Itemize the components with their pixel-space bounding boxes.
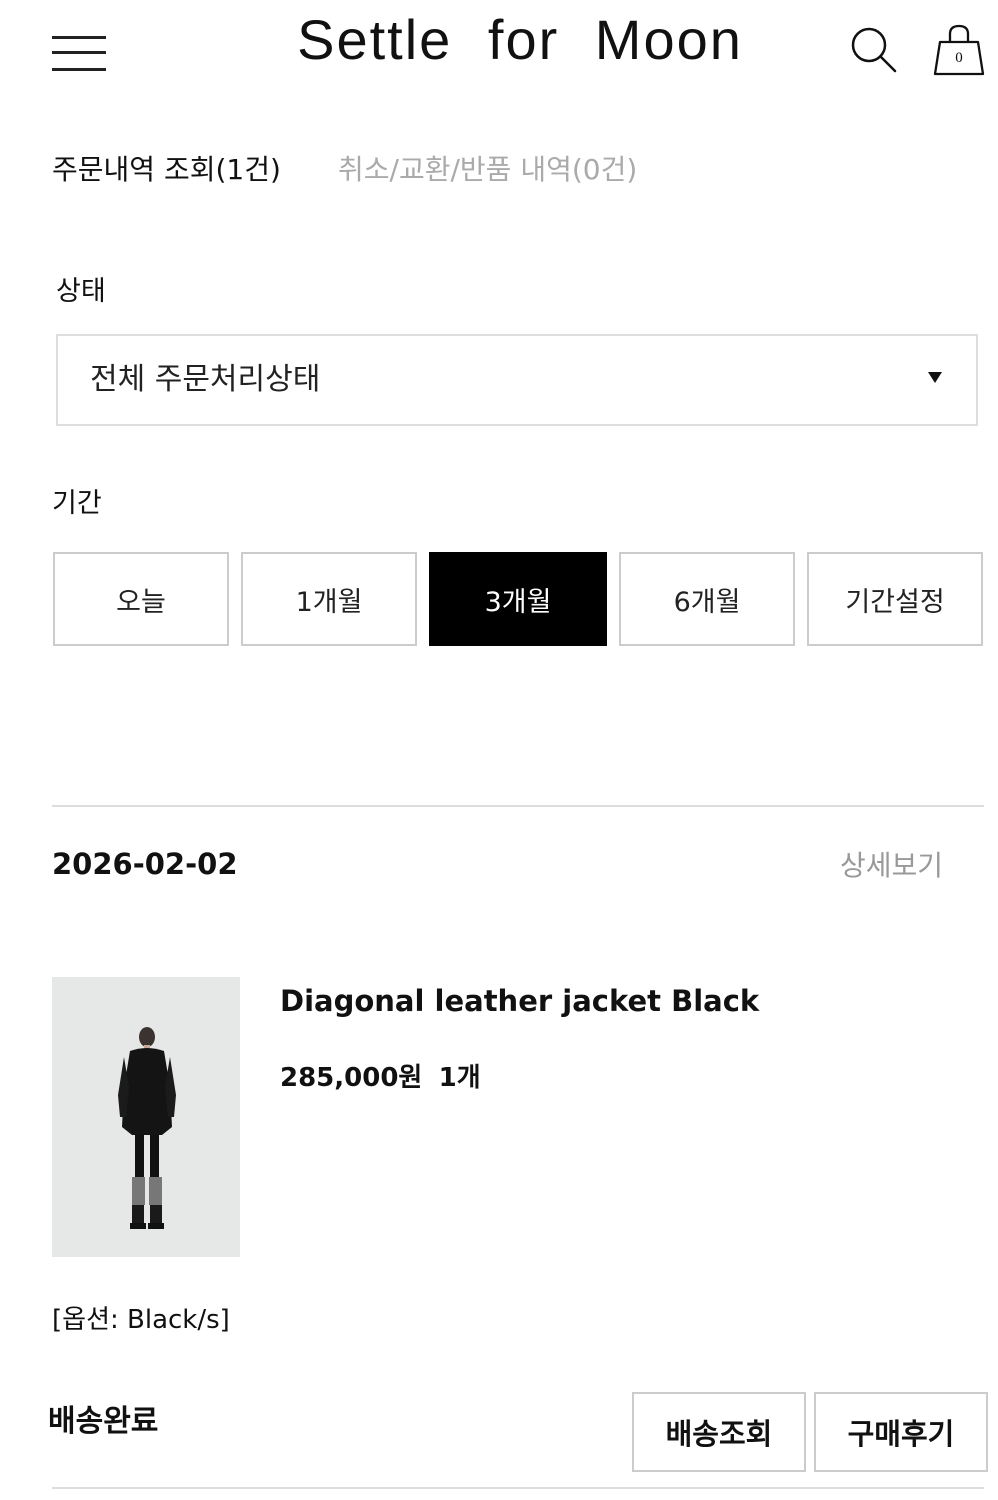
write-review-button[interactable]: 구매후기 <box>814 1392 988 1472</box>
period-button-6-months[interactable]: 6개월 <box>619 552 795 646</box>
product-price: 285,000원 <box>280 1063 423 1093</box>
status-select-value: 전체 주문처리상태 <box>90 362 321 397</box>
product-image[interactable] <box>52 977 240 1257</box>
period-button-custom[interactable]: 기간설정 <box>807 552 983 646</box>
cart-count-badge: 0 <box>955 50 963 66</box>
menu-icon[interactable] <box>52 36 106 74</box>
product-name[interactable]: Diagonal leather jacket Black <box>280 980 759 1022</box>
period-button-1-month[interactable]: 1개월 <box>241 552 417 646</box>
order-date: 2026-02-02 <box>52 847 238 881</box>
menu-bar <box>52 68 106 71</box>
period-button-3-months[interactable]: 3개월 <box>429 552 607 646</box>
menu-bar <box>52 51 106 54</box>
status-select[interactable]: 전체 주문처리상태 <box>56 334 978 426</box>
product-price-quantity: 285,000원 1개 <box>280 1058 481 1098</box>
track-shipment-button[interactable]: 배송조회 <box>632 1392 806 1472</box>
shipping-status: 배송완료 <box>48 1404 159 1439</box>
cart-icon[interactable]: 0 <box>930 22 988 78</box>
order-detail-link[interactable]: 상세보기 <box>840 844 943 888</box>
menu-bar <box>52 36 106 39</box>
brand-logo[interactable]: Settle for Moon <box>260 4 780 76</box>
status-label: 상태 <box>56 276 106 307</box>
tab-order-history[interactable]: 주문내역 조회(1건) <box>52 150 281 190</box>
divider <box>52 805 984 807</box>
tab-cancel-exchange-return[interactable]: 취소/교환/반품 내역(0건) <box>338 150 637 190</box>
period-label: 기간 <box>52 488 102 519</box>
product-quantity: 1개 <box>438 1063 481 1093</box>
caret-down-icon <box>928 372 942 383</box>
product-option: [옵션: Black/s] <box>52 1305 230 1335</box>
search-icon[interactable] <box>848 24 900 76</box>
divider <box>52 1487 984 1489</box>
period-button-today[interactable]: 오늘 <box>53 552 229 646</box>
